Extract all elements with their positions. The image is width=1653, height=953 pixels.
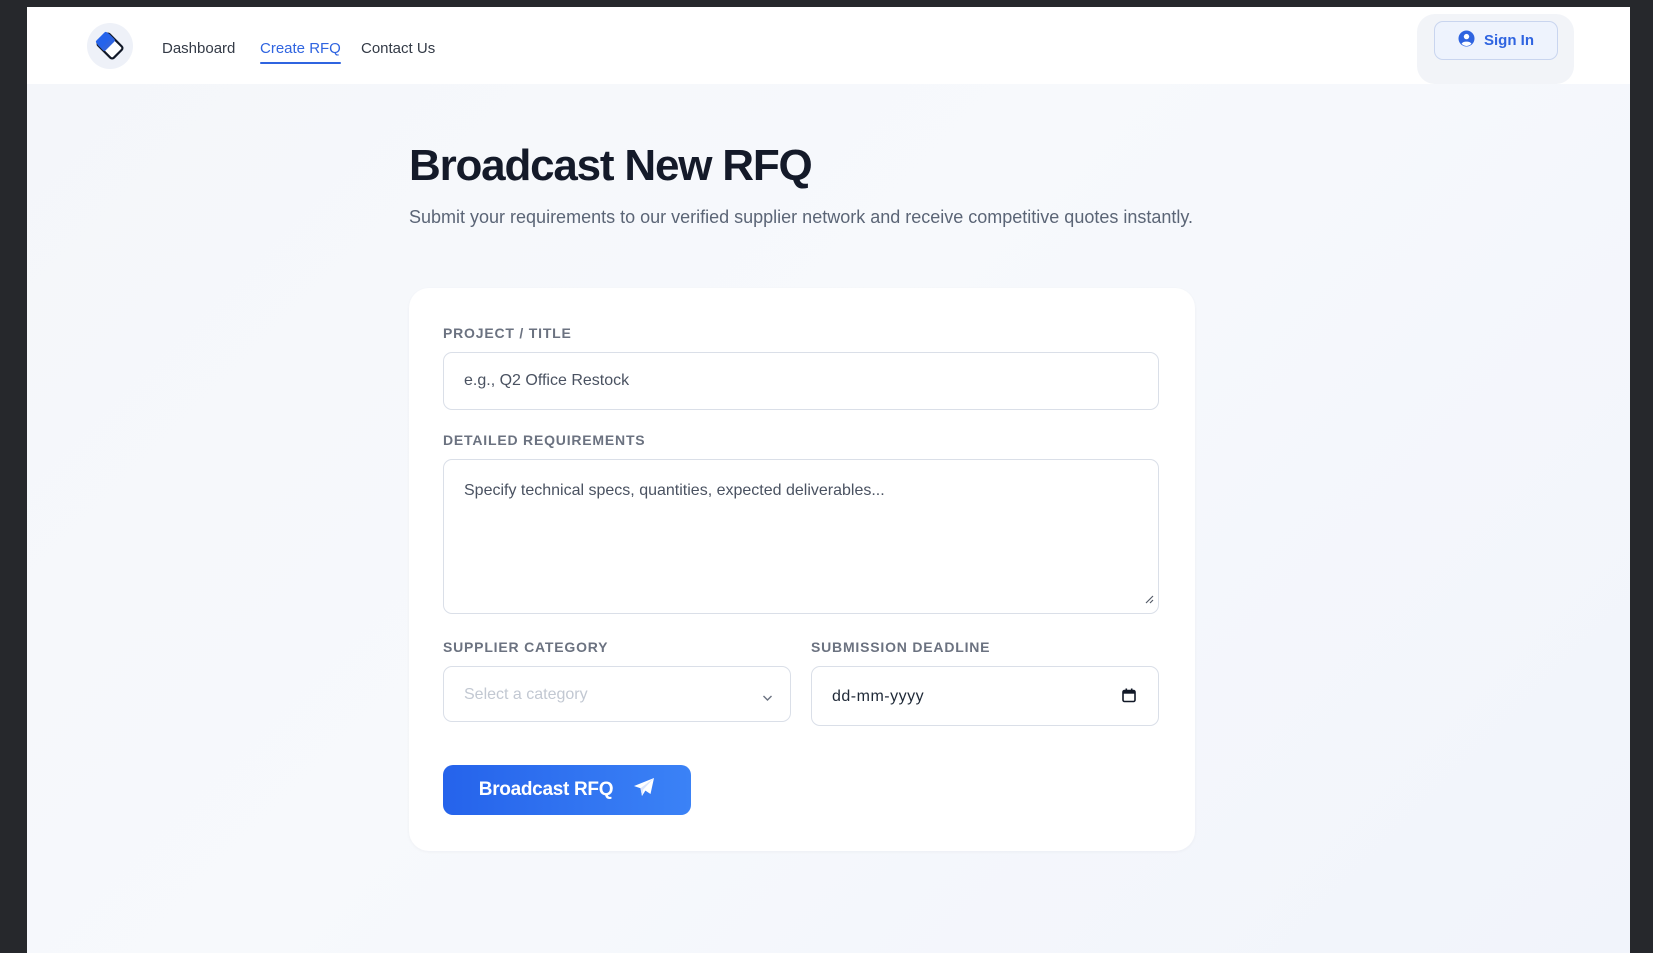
broadcast-rfq-label: Broadcast RFQ <box>478 779 614 800</box>
date-placeholder: dd-mm-yyyy <box>832 688 925 705</box>
sign-in-button[interactable]: Sign In <box>1434 21 1558 60</box>
nav-link-label: Contact Us <box>361 40 436 57</box>
paper-plane-icon <box>633 777 655 803</box>
submission-deadline-label: SUBMISSION DEADLINE <box>811 639 991 655</box>
nav-link-label: Create RFQ <box>260 40 341 57</box>
select-placeholder: Select a category <box>464 686 588 703</box>
broadcast-rfq-button[interactable]: Broadcast RFQ <box>443 765 691 815</box>
nav-link-contact-us[interactable]: Contact Us <box>361 40 435 57</box>
project-title-input[interactable] <box>443 352 1159 410</box>
page-title: Broadcast New RFQ <box>409 141 813 190</box>
requirements-textarea[interactable]: Specify technical specs, quantities, exp… <box>443 459 1159 614</box>
sign-in-label: Sign In <box>1484 32 1534 49</box>
active-tab-indicator <box>260 62 341 64</box>
nav-link-dashboard[interactable]: Dashboard <box>162 40 235 57</box>
requirements-label: DETAILED REQUIREMENTS <box>443 432 646 448</box>
supplier-category-select[interactable]: Select a category <box>443 666 791 722</box>
chevron-down-icon <box>762 689 773 707</box>
supplier-category-label: SUPPLIER CATEGORY <box>443 639 609 655</box>
resize-grip-icon[interactable] <box>1145 591 1154 609</box>
page-subtitle: Submit your requirements to our verified… <box>409 207 1194 227</box>
requirements-placeholder: Specify technical specs, quantities, exp… <box>464 482 885 499</box>
project-title-label: PROJECT / TITLE <box>443 325 572 341</box>
rfq-form-card: PROJECT / TITLE DETAILED REQUIREMENTS Sp… <box>409 288 1195 851</box>
nav-link-create-rfq[interactable]: Create RFQ <box>260 40 341 64</box>
app-window: Dashboard Create RFQ Contact Us Sign In … <box>27 7 1630 953</box>
user-circle-icon <box>1458 30 1475 51</box>
diamond-logo-icon[interactable] <box>87 23 133 69</box>
top-navigation-bar: Dashboard Create RFQ Contact Us Sign In <box>27 7 1630 84</box>
calendar-icon[interactable] <box>1122 688 1136 708</box>
nav-link-label: Dashboard <box>162 40 236 57</box>
submission-deadline-date-input[interactable]: dd-mm-yyyy <box>811 666 1159 726</box>
